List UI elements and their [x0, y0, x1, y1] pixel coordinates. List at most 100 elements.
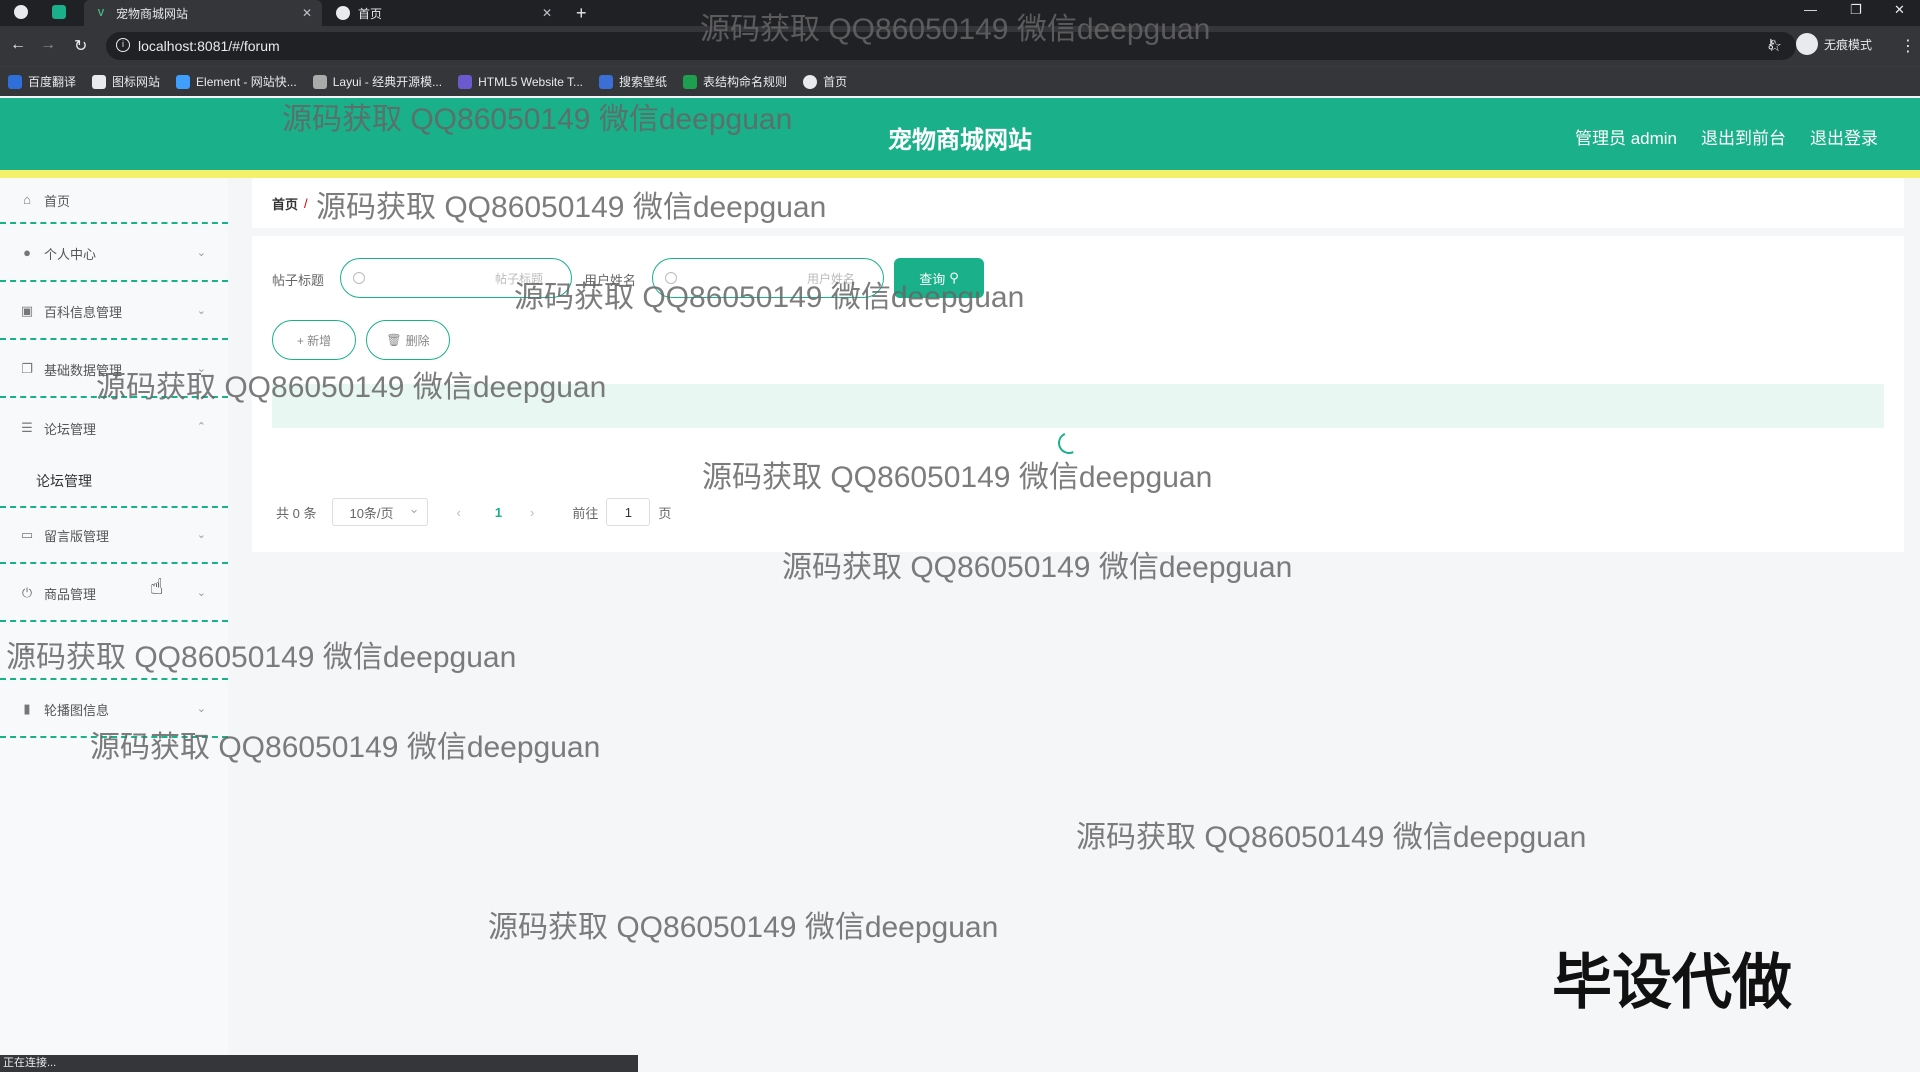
breadcrumb-home[interactable]: 首页 [272, 194, 298, 213]
ad-stamp: 毕设代做 [1552, 948, 1792, 1018]
restore-icon[interactable]: ❐ [1850, 2, 1862, 18]
watermark: 源码获取 QQ86050149 微信deepguan [90, 731, 601, 764]
element-icon [176, 74, 191, 89]
goto-label: 前往 [572, 505, 599, 521]
hand-cursor-icon: ☝ [150, 574, 164, 599]
page-label: 页 [658, 505, 672, 521]
sidebar-item-forum[interactable]: ☰ 论坛管理 ⌃ [0, 400, 228, 456]
logout-link[interactable]: 退出登录 [1810, 124, 1878, 149]
header-links: 管理员 admin 退出到前台 退出登录 [1551, 124, 1878, 149]
bookmark-item[interactable]: 图标网站 [92, 73, 160, 90]
sidebar-item-label: 轮播图信息 [44, 702, 110, 718]
chat-icon: ▭ [20, 527, 34, 542]
breadcrumb-separator: / [304, 195, 308, 211]
tab-pet-mall[interactable]: V 宠物商城网站 ✕ [84, 0, 322, 26]
page-size-select[interactable]: 10条/页 [332, 498, 429, 526]
submenu-label: 论坛管理 [36, 473, 92, 489]
watermark: 源码获取 QQ86050149 微信deepguan [782, 551, 1293, 584]
tab-home[interactable]: 首页 ✕ [326, 0, 562, 26]
close-icon[interactable]: ✕ [542, 6, 552, 20]
bookmark-item[interactable]: 首页 [803, 73, 847, 90]
key-icon[interactable]: ⚷ [1766, 36, 1776, 52]
bookmark-label: 百度翻译 [28, 75, 77, 89]
header-stripe [0, 170, 1920, 178]
bookmark-item[interactable]: 百度翻译 [8, 73, 76, 90]
bar-chart-icon: ▮ [23, 701, 31, 716]
chevron-down-icon: ⌄ [196, 587, 206, 599]
bookmark-label: 表结构命名规则 [703, 75, 788, 89]
sidebar-item-guestbook[interactable]: ▭ 留言版管理 ⌄ [0, 508, 228, 564]
sidebar-item-encyclopedia[interactable]: ▣ 百科信息管理 ⌄ [0, 284, 228, 340]
clipboard-icon: ▣ [20, 303, 34, 318]
browser-menu-icon[interactable] [14, 5, 28, 19]
reload-icon[interactable]: ↻ [74, 36, 87, 56]
watermark: 源码获取 QQ86050149 微信deepguan [702, 461, 1213, 494]
sidebar-item-home[interactable]: ⌂ 首页 [0, 178, 228, 224]
close-icon[interactable]: ✕ [302, 6, 312, 20]
copy-icon: ❐ [21, 361, 33, 376]
chevron-up-icon: ⌃ [196, 421, 206, 433]
flag-icon [92, 74, 107, 89]
back-icon[interactable]: ← [10, 36, 26, 54]
pagination: 共 0 条 10条/页 ‹ 1 › 前往 1 页 [276, 498, 671, 526]
bookmark-item[interactable]: 表结构命名规则 [683, 73, 787, 90]
minimize-icon[interactable]: — [1804, 2, 1817, 17]
incognito-label: 无痕模式 [1824, 37, 1873, 52]
bookmark-item[interactable]: Element - 网站快... [176, 73, 297, 90]
bookmark-label: 首页 [823, 75, 848, 89]
forward-icon[interactable]: → [40, 36, 56, 54]
sidebar-item-products[interactable]: ⏻ 商品管理 ⌄ [0, 566, 228, 622]
sliders-icon: ☰ [21, 420, 33, 435]
add-button-label: + 新增 [296, 333, 332, 348]
back-to-front-link[interactable]: 退出到前台 [1701, 124, 1786, 149]
bookmark-label: HTML5 Website T... [478, 74, 584, 89]
next-page-icon[interactable]: › [530, 505, 534, 520]
search-icon [353, 272, 365, 284]
goto-page-input[interactable]: 1 [606, 498, 651, 526]
translate-icon [8, 74, 22, 89]
bookmark-label: 图标网站 [112, 75, 161, 89]
home-icon: ⌂ [23, 192, 31, 207]
sidebar-item-profile[interactable]: ● 个人中心 ⌄ [0, 226, 228, 282]
sidebar-item-label: 商品管理 [44, 586, 97, 602]
page-size-value: 10条/页 [349, 505, 394, 521]
user-icon: ● [23, 245, 31, 260]
sidebar: ⌂ 首页 ● 个人中心 ⌄ ▣ 百科信息管理 ⌄ ❐ 基础数据管理 ⌄ ☰ 论坛管理 ⌃ 论坛管理… [0, 178, 228, 1072]
new-tab-icon[interactable]: + [576, 3, 587, 24]
post-title-label: 帖子标题 [272, 273, 325, 288]
bookmark-label: 搜索壁纸 [619, 75, 668, 89]
chevron-down-icon: ⌄ [196, 703, 206, 715]
window-close-icon[interactable]: ✕ [1894, 2, 1905, 18]
html5-icon [458, 74, 473, 89]
sidebar-item-label: 个人中心 [44, 246, 97, 262]
doc-icon [683, 74, 698, 89]
tab-label: 宠物商城网站 [116, 6, 189, 21]
submenu-forum-manage[interactable]: 论坛管理 [0, 456, 228, 508]
admin-label: 管理员 admin [1574, 129, 1677, 148]
watermark: 源码获取 QQ86050149 微信deepguan [488, 911, 999, 944]
more-menu-icon[interactable]: ⋮ [1900, 36, 1916, 56]
bookmark-item[interactable]: HTML5 Website T... [458, 74, 584, 89]
current-page[interactable]: 1 [495, 505, 502, 520]
bookmark-item[interactable]: Layui - 经典开源模... [312, 73, 442, 90]
tab-label: 首页 [358, 6, 383, 21]
total-count: 共 0 条 [276, 505, 317, 521]
prev-page-icon[interactable]: ‹ [456, 505, 460, 520]
watermark: 源码获取 QQ86050149 微信deepguan [316, 191, 827, 224]
sidebar-item-label: 论坛管理 [44, 421, 97, 437]
extension-icon[interactable] [52, 5, 66, 19]
watermark: 源码获取 QQ86050149 微信deepguan [6, 641, 517, 674]
bookmark-label: Element - 网站快... [196, 75, 297, 89]
sidebar-item-label: 留言版管理 [44, 528, 110, 544]
watermark: 源码获取 QQ86050149 微信deepguan [282, 103, 793, 136]
add-button[interactable]: + 新增 [272, 320, 356, 360]
site-info-icon[interactable]: i [116, 38, 130, 52]
incognito-indicator[interactable]: 无痕模式 [1796, 33, 1872, 55]
delete-button[interactable]: 🗑 删除 [366, 320, 450, 360]
trash-icon: 🗑 [386, 333, 402, 347]
wallpaper-icon [599, 74, 614, 89]
watermark: 源码获取 QQ86050149 微信deepguan [514, 281, 1025, 314]
address-text: localhost:8081/#/forum [138, 38, 280, 54]
watermark: 源码获取 QQ86050149 微信deepguan [700, 13, 1211, 46]
bookmark-item[interactable]: 搜索壁纸 [599, 73, 667, 90]
